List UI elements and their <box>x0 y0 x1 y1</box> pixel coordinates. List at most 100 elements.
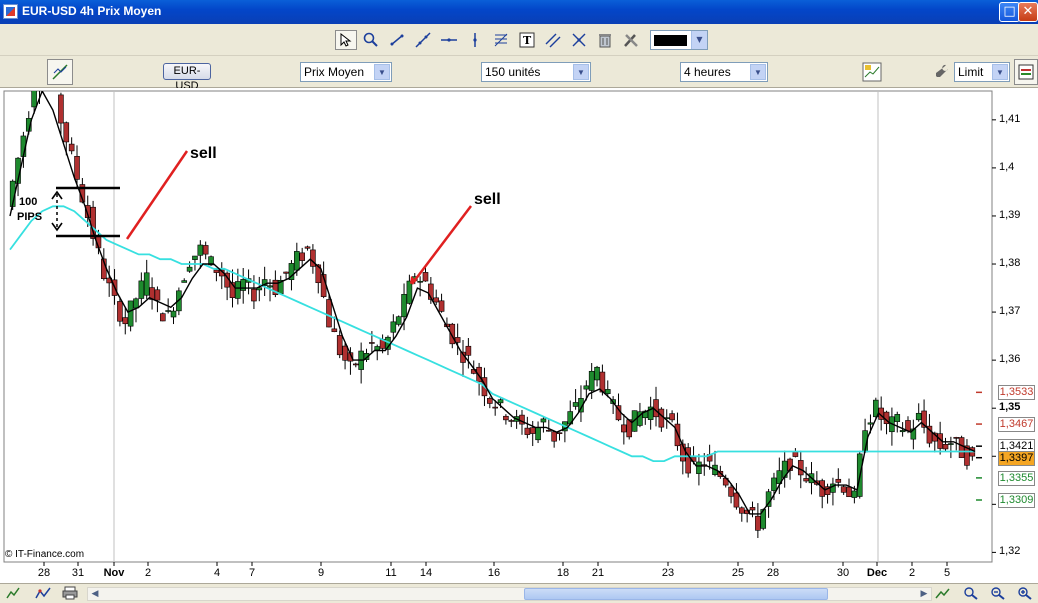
text-icon[interactable]: T <box>516 30 538 50</box>
candle-up <box>170 310 177 318</box>
trendline-icon[interactable] <box>412 30 434 50</box>
candle-down <box>283 271 289 274</box>
candle-up <box>771 477 777 491</box>
chart-settings-toolbar: EUR-USD Prix Moyen ▼ 150 unités ▼ 4 heur… <box>0 56 1038 92</box>
price-chart[interactable] <box>0 88 1038 583</box>
candle-down <box>545 429 552 432</box>
zoom-icon[interactable] <box>360 30 382 50</box>
drawing-toolbar: T ▼ <box>0 24 1038 56</box>
candle-up <box>165 310 171 312</box>
order-type-select[interactable]: Limit ▼ <box>954 62 1010 82</box>
scrollbar-thumb[interactable] <box>524 588 828 600</box>
scroll-right-icon[interactable]: ▶ <box>917 588 931 600</box>
candle-up <box>192 255 198 260</box>
horizontal-scrollbar[interactable]: ◀ ▶ <box>87 587 932 601</box>
candle-up <box>604 389 611 395</box>
zoom-in-icon[interactable] <box>1016 586 1034 602</box>
candle-down <box>326 299 332 328</box>
candle-down <box>835 478 842 483</box>
app-icon <box>3 4 18 19</box>
candle-up <box>948 443 954 445</box>
instrument-button[interactable]: EUR-USD <box>163 63 211 92</box>
candle-down <box>90 206 96 239</box>
y-tick-label: 1,41 <box>999 112 1021 125</box>
close-button[interactable]: ✕ <box>1018 2 1038 22</box>
candle-up <box>197 244 204 256</box>
candle-up <box>851 490 858 498</box>
tools-icon[interactable] <box>620 30 642 50</box>
fibonacci-icon[interactable] <box>490 30 512 50</box>
price-level-box: 1,3533 <box>998 385 1035 401</box>
x-tick-label: 5 <box>943 567 951 579</box>
wrench-icon[interactable] <box>932 60 952 82</box>
scroll-left-icon[interactable]: ◀ <box>88 588 102 600</box>
candle-down <box>755 515 761 531</box>
zoom-fit-icon[interactable] <box>962 586 980 602</box>
candle-down <box>685 447 691 474</box>
candle-down <box>58 94 64 124</box>
x-tick-label: Dec <box>866 567 888 579</box>
candle-up <box>417 280 423 283</box>
line-icon[interactable] <box>386 30 408 50</box>
candle-down <box>738 507 745 514</box>
vline-icon[interactable] <box>464 30 486 50</box>
sell-label-1: sell <box>190 145 217 162</box>
pips-number-label: 100 <box>19 196 38 208</box>
candle-down <box>749 507 756 511</box>
candle-down <box>63 122 70 143</box>
candle-up <box>133 298 139 309</box>
order-ticket-icon[interactable] <box>1014 59 1038 85</box>
candle-up <box>31 91 37 108</box>
maximize-button[interactable]: □ <box>999 2 1020 22</box>
autoscroll-icon[interactable] <box>934 586 952 602</box>
trash-icon[interactable] <box>594 30 616 50</box>
price-level-box: 1,3467 <box>998 417 1035 433</box>
candle-up <box>899 430 906 433</box>
zoom-out-icon[interactable] <box>989 586 1007 602</box>
hline-icon[interactable] <box>438 30 460 50</box>
chart-tool-icon[interactable] <box>47 59 73 85</box>
y-tick-label: 1,35 <box>999 401 1021 414</box>
candle-down <box>792 451 799 457</box>
candle-down <box>953 437 960 439</box>
candle-up <box>894 414 901 422</box>
chevron-down-icon: ▼ <box>573 64 589 80</box>
price-type-select[interactable]: Prix Moyen ▼ <box>300 62 392 82</box>
x-tick-label: 4 <box>213 567 221 579</box>
candle-up <box>535 427 541 441</box>
candle-up <box>374 346 381 351</box>
x-tick-label: 9 <box>317 567 325 579</box>
print-icon[interactable] <box>61 586 79 602</box>
add-indicator-icon[interactable] <box>859 59 885 85</box>
line-color-select[interactable]: ▼ <box>650 30 708 50</box>
svg-text:T: T <box>523 34 532 47</box>
crosshair-icon[interactable] <box>568 30 590 50</box>
indicator-icon[interactable] <box>34 586 52 602</box>
units-select[interactable]: 150 unités ▼ <box>481 62 591 82</box>
chart-settings-icon[interactable] <box>4 586 22 602</box>
x-tick-label: 11 <box>385 567 397 579</box>
channel-icon[interactable] <box>542 30 564 50</box>
candle-down <box>508 420 515 422</box>
pips-word-label: PIPS <box>17 211 43 223</box>
chevron-down-icon: ▼ <box>691 31 707 49</box>
pointer-icon[interactable] <box>335 30 357 50</box>
candle-up <box>696 461 702 474</box>
candle-down <box>733 492 740 508</box>
timeframe-select[interactable]: 4 heures ▼ <box>680 62 768 82</box>
chart-area[interactable]: sell sell 100 PIPS © IT-Finance.com 1,41… <box>0 88 1038 583</box>
y-tick-label: 1,37 <box>999 305 1021 318</box>
candle-up <box>406 280 413 304</box>
candle-up <box>37 88 42 90</box>
candle-down <box>369 342 375 344</box>
candle-up <box>401 294 407 318</box>
candle-up <box>186 266 193 272</box>
candle-down <box>202 245 209 255</box>
x-tick-label: 25 <box>731 567 745 579</box>
candle-down <box>846 486 852 498</box>
x-tick-label: 30 <box>836 567 850 579</box>
candle-up <box>235 281 241 299</box>
candle-up <box>588 370 595 391</box>
timeframe-value: 4 heures <box>684 65 731 79</box>
candle-down <box>905 420 911 432</box>
